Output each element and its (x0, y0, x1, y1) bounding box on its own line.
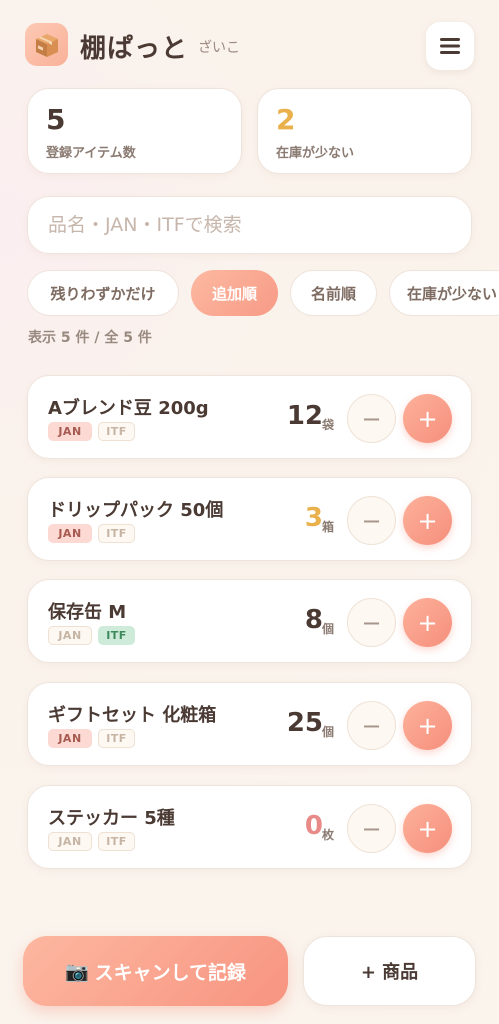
user-name: ざいこ (198, 40, 240, 56)
scan-button-label: スキャンして記録 (94, 961, 247, 984)
search-input[interactable] (27, 196, 472, 254)
chip-name-order[interactable]: 名前順 (290, 270, 377, 316)
itf-tag: ITF (98, 729, 135, 748)
camera-icon: 📷 (64, 960, 89, 983)
item-quantity: 3 (304, 503, 323, 533)
package-box-icon (25, 23, 68, 66)
item-quantity: 0 (304, 811, 323, 841)
stat-value: 5 (46, 103, 66, 136)
jan-tag: JAN (48, 626, 92, 645)
list-item[interactable]: ドリップパック 50個 JAN ITF 3 箱 − + (27, 477, 472, 561)
list-item[interactable]: 保存缶 M JAN ITF 8 個 − + (27, 579, 472, 663)
item-name: ステッカー 5種 (48, 808, 175, 829)
item-name: ドリップパック 50個 (48, 500, 224, 521)
add-product-button[interactable]: + 商品 (303, 936, 476, 1006)
result-count: 表示 5 件 / 全 5 件 (28, 330, 152, 346)
stat-label: 登録アイテム数 (46, 146, 136, 161)
item-quantity: 25 (286, 708, 323, 738)
itf-tag: ITF (98, 524, 135, 543)
item-unit: 箱 (322, 520, 335, 534)
item-unit: 個 (322, 622, 335, 636)
list-item[interactable]: ステッカー 5種 JAN ITF 0 枚 − + (27, 785, 472, 869)
item-name: ギフトセット 化粧箱 (48, 705, 217, 726)
itf-tag: ITF (98, 422, 135, 441)
increment-button[interactable]: + (403, 598, 452, 647)
increment-button[interactable]: + (403, 701, 452, 750)
stat-total-items: 5 登録アイテム数 (27, 88, 242, 174)
jan-tag: JAN (48, 729, 92, 748)
decrement-button[interactable]: − (347, 598, 396, 647)
scan-record-button[interactable]: 📷 スキャンして記録 (23, 936, 288, 1006)
itf-tag: ITF (98, 626, 135, 645)
decrement-button[interactable]: − (347, 804, 396, 853)
decrement-button[interactable]: − (347, 394, 396, 443)
item-unit: 個 (322, 725, 335, 739)
stat-low-stock[interactable]: 2 在庫が少ない (257, 88, 472, 174)
list-item[interactable]: ギフトセット 化粧箱 JAN ITF 25 個 − + (27, 682, 472, 766)
menu-button[interactable] (426, 22, 474, 70)
chip-added-order[interactable]: 追加順 (191, 270, 278, 316)
jan-tag: JAN (48, 422, 92, 441)
chip-low-only[interactable]: 残りわずかだけ (27, 270, 179, 316)
decrement-button[interactable]: − (347, 496, 396, 545)
item-unit: 袋 (322, 418, 335, 432)
item-name: Aブレンド豆 200g (48, 398, 209, 419)
item-unit: 枚 (322, 828, 335, 842)
item-quantity: 8 (304, 605, 323, 635)
increment-button[interactable]: + (403, 394, 452, 443)
increment-button[interactable]: + (403, 804, 452, 853)
chip-low-stock[interactable]: 在庫が少ない (389, 270, 499, 316)
stat-label: 在庫が少ない (276, 146, 355, 161)
decrement-button[interactable]: − (347, 701, 396, 750)
item-quantity: 12 (286, 401, 323, 431)
jan-tag: JAN (48, 524, 92, 543)
item-name: 保存缶 M (48, 602, 127, 623)
app-title: 棚ぱっと (80, 34, 189, 64)
increment-button[interactable]: + (403, 496, 452, 545)
stat-value: 2 (276, 103, 296, 136)
hamburger-icon (440, 38, 460, 54)
itf-tag: ITF (98, 832, 135, 851)
list-item[interactable]: Aブレンド豆 200g JAN ITF 12 袋 − + (27, 375, 472, 459)
jan-tag: JAN (48, 832, 92, 851)
app-header: 棚ぱっと ざいこ (25, 22, 474, 70)
